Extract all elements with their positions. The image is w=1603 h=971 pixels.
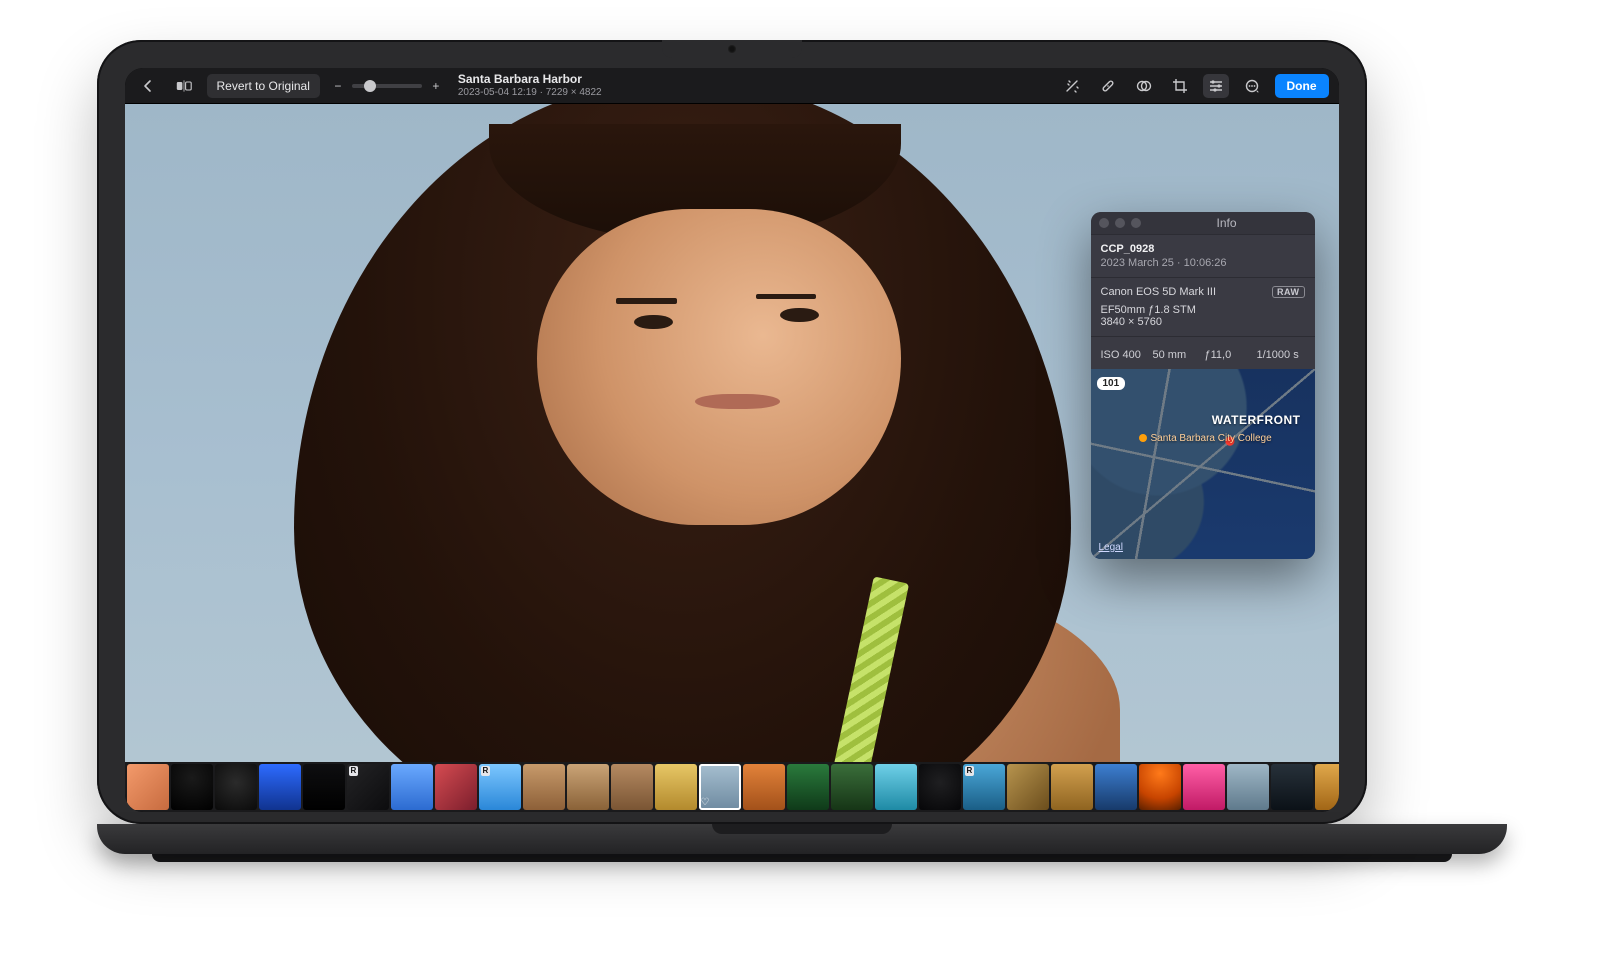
editor-canvas[interactable]: Info CCP_0928 2023 March 25 · 10:06:26 C… <box>125 104 1339 762</box>
thumbnail[interactable]: R <box>347 764 389 810</box>
more-icon <box>1244 78 1260 94</box>
info-exposure-section: ISO 400 50 mm ƒ11,0 1/1000 s <box>1091 336 1315 369</box>
revert-button[interactable]: Revert to Original <box>207 74 320 98</box>
thumbnail[interactable] <box>215 764 257 810</box>
photo-title: Santa Barbara Harbor <box>458 72 602 86</box>
thumbnail[interactable] <box>743 764 785 810</box>
compare-button[interactable] <box>171 74 197 98</box>
compare-icon <box>176 78 192 94</box>
chevron-left-icon <box>140 78 156 94</box>
info-datetime: 2023 March 25 · 10:06:26 <box>1101 257 1305 269</box>
camera-dot <box>728 45 736 53</box>
more-button[interactable] <box>1239 74 1265 98</box>
thumbnail[interactable]: ♡ <box>699 764 741 810</box>
done-label: Done <box>1287 79 1317 93</box>
raw-badge: RAW <box>1272 286 1305 298</box>
thumbnail[interactable] <box>171 764 213 810</box>
map-area-label: WATERFRONT <box>1212 413 1301 427</box>
crop-icon <box>1172 78 1188 94</box>
back-button[interactable] <box>135 74 161 98</box>
info-focal: 50 mm <box>1153 349 1201 361</box>
laptop-frame: Revert to Original − + Santa Barbara Har… <box>97 40 1507 862</box>
traffic-close[interactable] <box>1099 218 1109 228</box>
thumbnail[interactable] <box>567 764 609 810</box>
map-route-badge: 101 <box>1097 377 1126 390</box>
thumbnail[interactable] <box>1183 764 1225 810</box>
info-shutter: 1/1000 s <box>1257 349 1305 361</box>
thumbnail[interactable] <box>303 764 345 810</box>
thumbnail[interactable] <box>787 764 829 810</box>
zoom-out-button[interactable]: − <box>330 79 346 93</box>
photo-editor-app: Revert to Original − + Santa Barbara Har… <box>125 68 1339 812</box>
thumbnail[interactable] <box>1007 764 1049 810</box>
toolbar: Revert to Original − + Santa Barbara Har… <box>125 68 1339 104</box>
info-file-section: CCP_0928 2023 March 25 · 10:06:26 <box>1091 234 1315 277</box>
crop-button[interactable] <box>1167 74 1193 98</box>
thumbnail[interactable]: R <box>963 764 1005 810</box>
thumbnail[interactable] <box>127 764 169 810</box>
bandage-icon <box>1100 78 1116 94</box>
thumbnail[interactable] <box>1315 764 1339 810</box>
zoom-control: − + <box>330 79 444 93</box>
title-block: Santa Barbara Harbor 2023-05-04 12:19 · … <box>458 72 602 98</box>
laptop-feet <box>152 854 1452 862</box>
info-map[interactable]: 101 WATERFRONT Santa Barbara City Colleg… <box>1091 369 1315 559</box>
map-legal-link[interactable]: Legal <box>1099 542 1123 553</box>
thumbnail[interactable] <box>391 764 433 810</box>
thumbnail-strip[interactable]: R R ♡ R <box>125 762 1339 812</box>
info-camera: Canon EOS 5D Mark III <box>1101 286 1217 298</box>
thumbnail[interactable] <box>831 764 873 810</box>
traffic-zoom[interactable] <box>1131 218 1141 228</box>
thumbnail[interactable] <box>523 764 565 810</box>
revert-label: Revert to Original <box>217 79 310 93</box>
display: Revert to Original − + Santa Barbara Har… <box>125 68 1339 812</box>
heart-icon: ♡ <box>701 797 710 808</box>
thumbnail[interactable] <box>919 764 961 810</box>
adjust-button[interactable] <box>1203 74 1229 98</box>
info-aperture: ƒ11,0 <box>1205 349 1253 361</box>
thumb-badge: R <box>481 766 491 776</box>
thumbnail[interactable] <box>875 764 917 810</box>
color-button[interactable] <box>1131 74 1157 98</box>
thumbnail[interactable] <box>1139 764 1181 810</box>
zoom-slider[interactable] <box>352 84 422 88</box>
thumbnail[interactable] <box>1095 764 1137 810</box>
thumbnail[interactable] <box>655 764 697 810</box>
info-title: Info <box>1147 216 1307 230</box>
repair-button[interactable] <box>1095 74 1121 98</box>
thumbnail[interactable] <box>611 764 653 810</box>
info-lens: EF50mm ƒ1.8 STM <box>1101 304 1305 316</box>
info-titlebar[interactable]: Info <box>1091 212 1315 234</box>
traffic-min[interactable] <box>1115 218 1125 228</box>
info-dimensions: 3840 × 5760 <box>1101 316 1305 328</box>
thumbnail[interactable] <box>1227 764 1269 810</box>
info-filename[interactable]: CCP_0928 <box>1101 243 1305 255</box>
sliders-icon <box>1208 78 1224 94</box>
map-poi-label: Santa Barbara City College <box>1139 433 1272 444</box>
info-panel[interactable]: Info CCP_0928 2023 March 25 · 10:06:26 C… <box>1091 212 1315 559</box>
thumbnail[interactable]: R <box>479 764 521 810</box>
thumbnail[interactable] <box>1051 764 1093 810</box>
done-button[interactable]: Done <box>1275 74 1329 98</box>
wand-icon <box>1064 78 1080 94</box>
photo-subtitle: 2023-05-04 12:19 · 7229 × 4822 <box>458 87 602 99</box>
laptop-lid: Revert to Original − + Santa Barbara Har… <box>97 40 1367 824</box>
info-camera-section: Canon EOS 5D Mark III RAW EF50mm ƒ1.8 ST… <box>1091 277 1315 336</box>
thumb-badge: R <box>965 766 975 776</box>
thumbnail[interactable] <box>435 764 477 810</box>
laptop-base <box>97 824 1507 854</box>
ml-enhance-button[interactable] <box>1059 74 1085 98</box>
zoom-in-button[interactable]: + <box>428 79 444 93</box>
info-iso: ISO 400 <box>1101 349 1149 361</box>
thumbnail[interactable] <box>259 764 301 810</box>
thumbnail[interactable] <box>1271 764 1313 810</box>
thumb-badge: R <box>349 766 359 776</box>
color-icon <box>1136 78 1152 94</box>
